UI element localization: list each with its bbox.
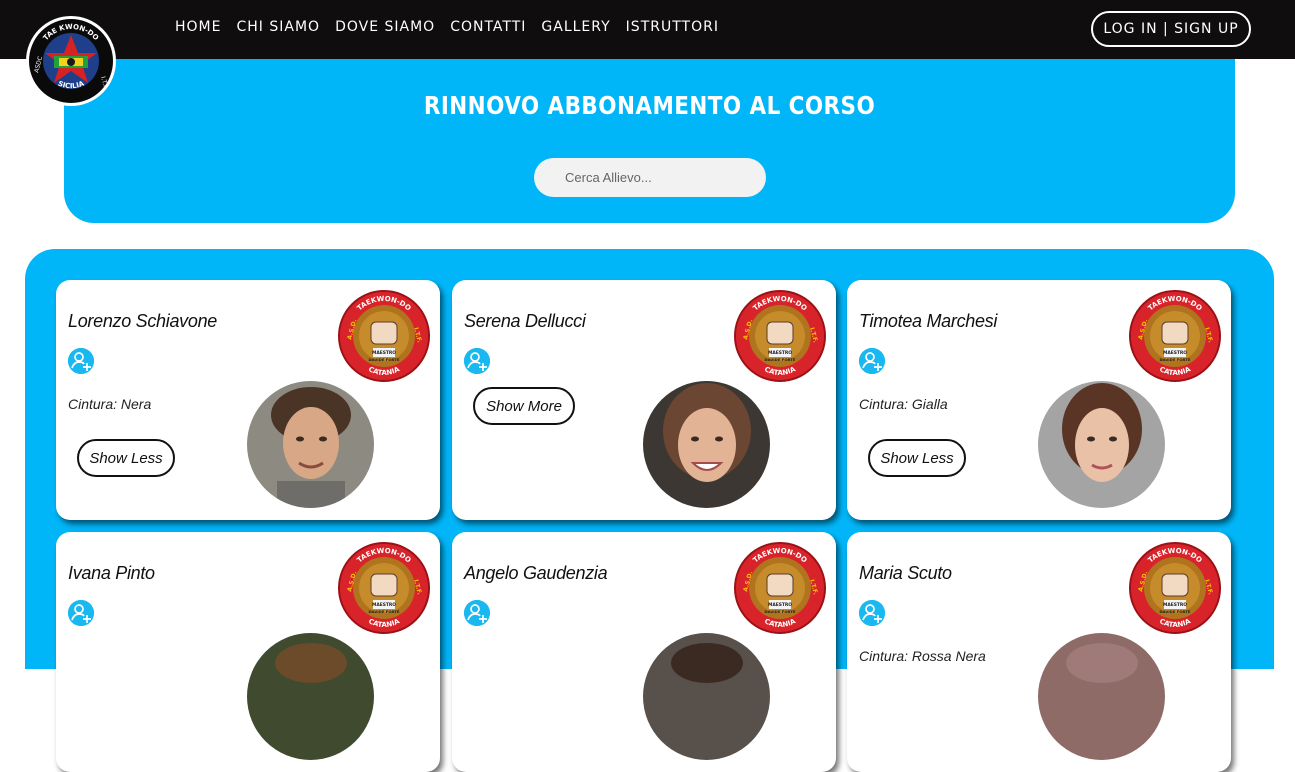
student-photo: [1038, 381, 1165, 508]
badge-emblem: MAESTRO DAVIDE FORTE TAEKWON-DO CATANIA …: [340, 292, 428, 380]
student-card: Angelo Gaudenzia MAESTRO DAVIDE FORTE TA…: [452, 532, 836, 772]
add-user-icon[interactable]: [859, 600, 885, 626]
svg-text:MAESTRO: MAESTRO: [1163, 602, 1187, 608]
svg-text:DAVIDE FORTE: DAVIDE FORTE: [764, 357, 795, 362]
student-photo: [643, 633, 770, 760]
school-badge: MAESTRO DAVIDE FORTE TAEKWON-DO CATANIA …: [1129, 290, 1221, 382]
student-photo: [643, 381, 770, 508]
add-user-icon[interactable]: [68, 348, 94, 374]
student-name: Ivana Pinto: [68, 563, 155, 583]
student-card: Ivana Pinto MAESTRO DAVIDE FORTE TAEKWON…: [56, 532, 440, 772]
belt-label: Cintura: Rossa Nera: [859, 648, 986, 664]
show-less-button[interactable]: Show Less: [77, 439, 175, 477]
show-less-button[interactable]: Show Less: [868, 439, 966, 477]
student-photo: [247, 381, 374, 508]
svg-text:DAVIDE FORTE: DAVIDE FORTE: [1159, 357, 1190, 362]
badge-emblem: MAESTRO DAVIDE FORTE TAEKWON-DO CATANIA …: [1131, 292, 1219, 380]
badge-emblem: MAESTRO DAVIDE FORTE TAEKWON-DO CATANIA …: [340, 544, 428, 632]
belt-label: Cintura: Nera: [68, 396, 152, 412]
badge-emblem: MAESTRO DAVIDE FORTE TAEKWON-DO CATANIA …: [736, 544, 824, 632]
student-name: Lorenzo Schiavone: [68, 311, 218, 331]
student-photo: [247, 633, 374, 760]
nav-home[interactable]: HOME: [175, 19, 221, 35]
student-card: Maria Scuto MAESTRO DAVIDE FORTE TAEKWON…: [847, 532, 1231, 772]
svg-text:MAESTRO: MAESTRO: [768, 350, 792, 356]
svg-text:MAESTRO: MAESTRO: [768, 602, 792, 608]
school-badge: MAESTRO DAVIDE FORTE TAEKWON-DO CATANIA …: [734, 542, 826, 634]
club-logo[interactable]: TAE KWON-DO SICILIA ASDC I.T.F.: [26, 16, 116, 106]
svg-text:DAVIDE FORTE: DAVIDE FORTE: [368, 609, 399, 614]
svg-text:DAVIDE FORTE: DAVIDE FORTE: [764, 609, 795, 614]
login-signup-button[interactable]: LOG IN | SIGN UP: [1091, 11, 1251, 47]
show-more-button[interactable]: Show More: [473, 387, 575, 425]
svg-text:DAVIDE FORTE: DAVIDE FORTE: [368, 357, 399, 362]
hero-panel: RINNOVO ABBONAMENTO AL CORSO: [64, 59, 1235, 223]
nav-istruttori[interactable]: ISTRUTTORI: [626, 19, 719, 35]
club-logo-graphic: TAE KWON-DO SICILIA ASDC I.T.F.: [30, 20, 112, 102]
nav-gallery[interactable]: GALLERY: [541, 19, 610, 35]
add-user-icon[interactable]: [464, 348, 490, 374]
school-badge: MAESTRO DAVIDE FORTE TAEKWON-DO CATANIA …: [1129, 542, 1221, 634]
student-name: Timotea Marchesi: [859, 311, 998, 331]
nav-chi-siamo[interactable]: CHI SIAMO: [236, 19, 320, 35]
add-user-icon[interactable]: [859, 348, 885, 374]
badge-emblem: MAESTRO DAVIDE FORTE TAEKWON-DO CATANIA …: [736, 292, 824, 380]
svg-text:MAESTRO: MAESTRO: [372, 602, 396, 608]
top-navbar: HOME CHI SIAMO DOVE SIAMO CONTATTI GALLE…: [0, 0, 1295, 59]
student-name: Serena Dellucci: [464, 311, 586, 331]
student-card: Serena Dellucci MAESTRO DAVIDE FORTE TAE…: [452, 280, 836, 520]
svg-text:MAESTRO: MAESTRO: [372, 350, 396, 356]
badge-emblem: MAESTRO DAVIDE FORTE TAEKWON-DO CATANIA …: [1131, 544, 1219, 632]
student-card: Lorenzo Schiavone MAESTRO DAVIDE FORTE T…: [56, 280, 440, 520]
student-name: Angelo Gaudenzia: [464, 563, 608, 583]
page-title: RINNOVO ABBONAMENTO AL CORSO: [423, 91, 876, 120]
school-badge: MAESTRO DAVIDE FORTE TAEKWON-DO CATANIA …: [338, 542, 430, 634]
svg-text:MAESTRO: MAESTRO: [1163, 350, 1187, 356]
belt-label: Cintura: Gialla: [859, 396, 948, 412]
main-nav: HOME CHI SIAMO DOVE SIAMO CONTATTI GALLE…: [175, 19, 719, 35]
nav-dove-siamo[interactable]: DOVE SIAMO: [335, 19, 435, 35]
add-user-icon[interactable]: [464, 600, 490, 626]
school-badge: MAESTRO DAVIDE FORTE TAEKWON-DO CATANIA …: [734, 290, 826, 382]
school-badge: MAESTRO DAVIDE FORTE TAEKWON-DO CATANIA …: [338, 290, 430, 382]
student-name: Maria Scuto: [859, 563, 952, 583]
student-card: Timotea Marchesi MAESTRO DAVIDE FORTE TA…: [847, 280, 1231, 520]
nav-contatti[interactable]: CONTATTI: [450, 19, 526, 35]
svg-text:DAVIDE FORTE: DAVIDE FORTE: [1159, 609, 1190, 614]
add-user-icon[interactable]: [68, 600, 94, 626]
search-student-input[interactable]: [534, 158, 766, 197]
student-photo: [1038, 633, 1165, 760]
